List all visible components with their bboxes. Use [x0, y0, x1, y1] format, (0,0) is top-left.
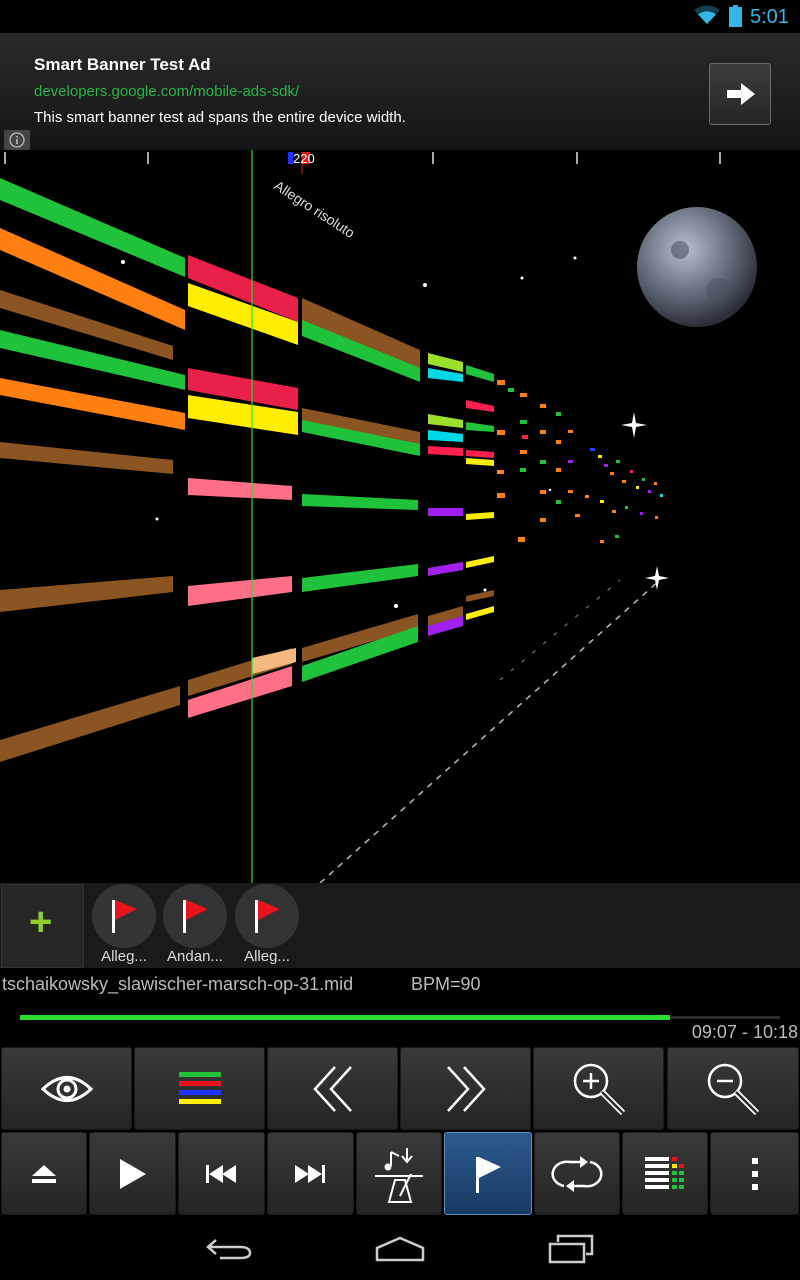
forward-chevron-icon: [446, 1065, 486, 1112]
red-flag-icon: [112, 900, 137, 933]
marker-label: Alleg...: [244, 948, 290, 965]
metronome-button[interactable]: [356, 1132, 442, 1215]
metronome-icon: [375, 1147, 423, 1203]
progress-fill: [20, 1015, 671, 1020]
play-button[interactable]: [89, 1132, 176, 1215]
eject-icon: [32, 1164, 56, 1183]
info-icon: [9, 132, 25, 148]
more-button[interactable]: [710, 1132, 799, 1215]
zoom-out-button[interactable]: [667, 1047, 799, 1130]
wifi-icon: [694, 5, 720, 24]
status-time: 5:01: [750, 6, 789, 28]
marker-item[interactable]: Alleg...: [234, 883, 300, 968]
tracks-colors-icon: [178, 1071, 221, 1104]
marker-label: Alleg...: [101, 948, 147, 965]
skip-forward-button[interactable]: [267, 1132, 354, 1215]
battery-icon: [729, 5, 742, 27]
note-visualizer[interactable]: 220 Allegro risoluto: [0, 150, 800, 883]
floor-line: [319, 579, 661, 883]
add-marker-button[interactable]: +: [1, 884, 84, 968]
ad-text[interactable]: This smart banner test ad spans the enti…: [34, 109, 406, 126]
visualizer-canvas: 220 Allegro risoluto: [0, 150, 757, 883]
timeline-ticks: [4, 152, 721, 164]
marker-item[interactable]: Andan...: [162, 883, 228, 968]
time-range: 09:07 - 10:18: [691, 1022, 798, 1042]
loop-button[interactable]: [534, 1132, 620, 1215]
toolbar-bottom: [0, 1131, 800, 1216]
ad-banner[interactable]: Smart Banner Test Ad developers.google.c…: [0, 33, 800, 150]
red-flag-icon: [255, 900, 280, 933]
status-bar: 5:01: [0, 0, 800, 33]
measure-number: 220: [293, 151, 315, 166]
skip-forward-icon: [294, 1164, 325, 1183]
marker-flag-button[interactable]: [444, 1132, 532, 1215]
toolbar-top: [0, 1046, 800, 1131]
play-icon: [119, 1158, 146, 1189]
skip-back-icon: [205, 1164, 236, 1183]
red-flag-icon: [183, 900, 208, 933]
home-icon[interactable]: [375, 1236, 425, 1262]
view-button[interactable]: [1, 1047, 132, 1130]
marker-item[interactable]: Alleg...: [91, 883, 157, 968]
eject-button[interactable]: [1, 1132, 87, 1215]
eye-icon: [40, 1075, 93, 1102]
file-name: tschaikowsky_slawischer-marsch-op-31.mid: [2, 974, 354, 994]
loop-icon: [551, 1155, 603, 1192]
ad-open-button[interactable]: [709, 63, 771, 125]
note-bars: [0, 178, 494, 762]
moon-image: [637, 207, 757, 327]
distant-notes: [497, 380, 663, 543]
file-info: tschaikowsky_slawischer-marsch-op-31.mid…: [0, 968, 800, 1046]
back-icon[interactable]: [206, 1238, 252, 1260]
forward-button[interactable]: [400, 1047, 531, 1130]
more-icon: [751, 1157, 758, 1190]
mixer-button[interactable]: [622, 1132, 708, 1215]
ad-url[interactable]: developers.google.com/mobile-ads-sdk/: [34, 83, 299, 100]
bpm-label: BPM=90: [411, 974, 481, 994]
rewind-button[interactable]: [267, 1047, 398, 1130]
flag-icon: [476, 1156, 501, 1193]
recent-apps-icon[interactable]: [548, 1234, 594, 1264]
marker-label: Andan...: [167, 948, 223, 965]
mixer-icon: [645, 1156, 684, 1189]
tempo-label: Allegro risoluto: [271, 177, 358, 241]
zoom-in-button[interactable]: [533, 1047, 664, 1130]
arrow-right-icon: [727, 83, 755, 105]
zoom-in-icon: [573, 1063, 625, 1115]
marker-strip: + Alleg... Andan... Alleg...: [0, 883, 800, 968]
skip-back-button[interactable]: [178, 1132, 265, 1215]
tracks-button[interactable]: [134, 1047, 265, 1130]
ad-title[interactable]: Smart Banner Test Ad: [34, 55, 211, 75]
ad-info-button[interactable]: [4, 130, 30, 150]
zoom-out-icon: [707, 1063, 760, 1115]
nav-bar: [0, 1216, 800, 1280]
rewind-chevron-icon: [312, 1065, 352, 1112]
